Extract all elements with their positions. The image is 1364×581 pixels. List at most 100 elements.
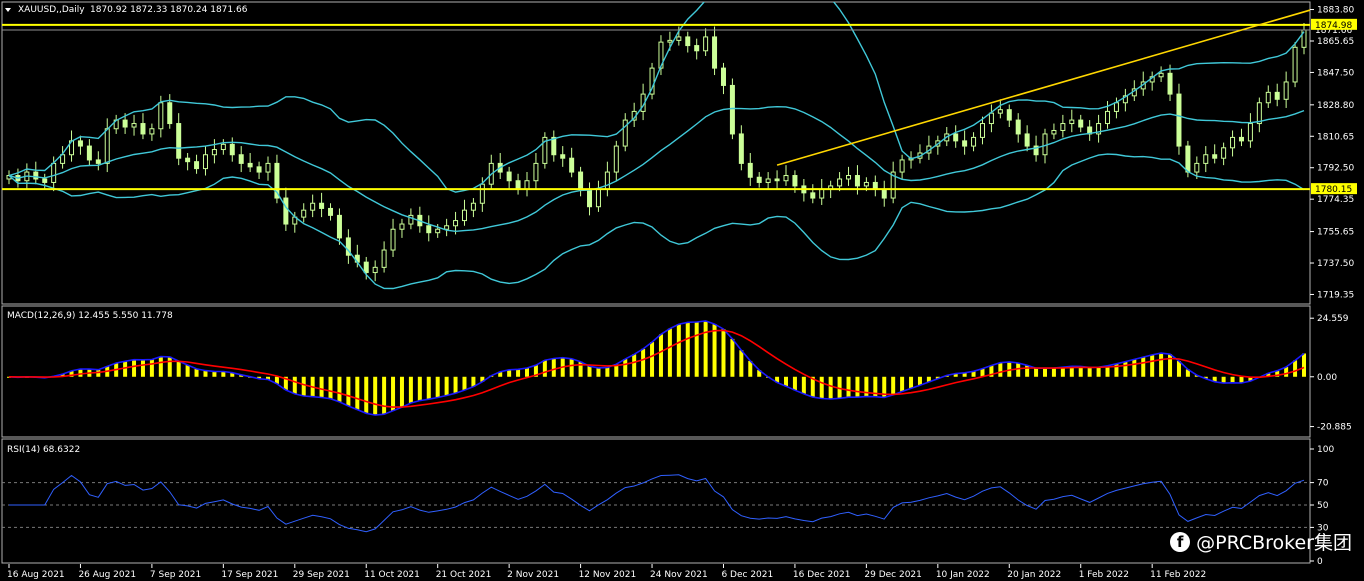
- bollinger-lower: [8, 153, 1305, 290]
- macd-histogram-bar: [185, 364, 190, 377]
- macd-histogram-bar: [1051, 368, 1056, 377]
- macd-histogram-bar: [435, 376, 440, 398]
- price-tick-label: 1792.50: [1317, 164, 1354, 174]
- candle-body: [595, 188, 601, 208]
- macd-histogram-bar: [194, 368, 199, 377]
- candle-body: [881, 188, 887, 199]
- candle-body: [158, 102, 164, 130]
- candle-body: [122, 119, 128, 128]
- candle-body: [667, 39, 673, 43]
- candle-body: [211, 149, 217, 156]
- candle-body: [435, 228, 441, 234]
- time-tick-label: 29 Dec 2021: [864, 570, 922, 580]
- macd-tick-label: -20.885: [1317, 423, 1352, 433]
- candle-body: [336, 214, 342, 239]
- candle-body: [738, 133, 744, 164]
- candle-body: [1042, 133, 1048, 156]
- macd-histogram-bar: [328, 376, 333, 399]
- time-tick-label: 10 Jan 2022: [936, 570, 990, 580]
- candle-body: [319, 202, 325, 209]
- facebook-icon: f: [1170, 531, 1191, 552]
- time-tick-label: 29 Sep 2021: [293, 570, 350, 580]
- price-tick-label: 1719.35: [1317, 290, 1354, 300]
- macd-histogram-bar: [1123, 361, 1128, 377]
- candle-body: [515, 180, 521, 190]
- candle-body: [729, 84, 735, 135]
- candle-body: [997, 109, 1003, 114]
- price-panel[interactable]: [1, 0, 1343, 305]
- candle-body: [604, 171, 610, 190]
- candle-body: [1006, 109, 1012, 121]
- candle-body: [461, 209, 467, 222]
- candle-body: [140, 123, 146, 135]
- macd-histogram-bar: [721, 329, 726, 377]
- rsi-frame: [1, 438, 1311, 564]
- macd-histogram-bar: [1034, 368, 1039, 377]
- time-tick-label: 24 Nov 2021: [650, 570, 708, 580]
- candle-body: [470, 202, 476, 211]
- resistance-price-label: 1874.98: [1315, 21, 1352, 31]
- macd-histogram-bar: [408, 376, 413, 404]
- candle-body: [953, 133, 959, 142]
- macd-histogram-bar: [78, 368, 83, 377]
- macd-histogram-bar: [444, 376, 449, 396]
- macd-histogram-bar: [712, 324, 717, 377]
- candle-body: [1060, 123, 1066, 131]
- macd-histogram-bar: [819, 376, 824, 399]
- macd-histogram-bar: [605, 367, 610, 377]
- macd-histogram-bar: [641, 348, 646, 377]
- macd-histogram-bar: [1096, 367, 1101, 377]
- candle-body: [837, 178, 843, 187]
- candle-body: [1203, 154, 1209, 164]
- candle-body: [328, 207, 334, 216]
- macd-histogram-bar: [167, 356, 172, 377]
- macd-histogram-bar: [373, 376, 378, 416]
- macd-histogram-bar: [426, 376, 431, 400]
- macd-panel[interactable]: [1, 305, 1311, 438]
- candle-body: [1069, 119, 1075, 125]
- candle-body: [846, 175, 852, 180]
- ohlc-label: 1870.92 1872.33 1870.24 1871.66: [90, 5, 248, 15]
- candle-body: [685, 36, 691, 47]
- macd-histogram-bar: [382, 376, 387, 415]
- candle-body: [810, 192, 816, 199]
- macd-histogram-bar: [1293, 360, 1298, 377]
- candle-body: [1247, 123, 1253, 142]
- candle-body: [167, 102, 173, 125]
- time-tick-label: 1 Feb 2022: [1079, 570, 1129, 580]
- macd-histogram-bar: [149, 359, 154, 377]
- macd-histogram-bar: [891, 376, 896, 395]
- watermark: f @PRCBroker集团: [1170, 528, 1352, 555]
- candle-body: [712, 36, 718, 69]
- macd-histogram-bar: [355, 376, 360, 410]
- candle-body: [1238, 136, 1244, 142]
- candle-body: [479, 183, 485, 204]
- macd-histogram-bar: [1150, 354, 1155, 377]
- macd-histogram-bar: [1159, 353, 1164, 377]
- time-tick-label: 16 Aug 2021: [7, 570, 65, 580]
- candle-body: [194, 161, 200, 170]
- candle-body: [1292, 46, 1298, 83]
- candle-body: [979, 123, 985, 138]
- candle-body: [1185, 145, 1191, 173]
- macd-histogram-bar: [909, 376, 914, 389]
- time-tick-label: 17 Sep 2021: [221, 570, 278, 580]
- collapse-triangle-icon[interactable]: [5, 8, 11, 12]
- candle-body: [676, 36, 682, 41]
- candle-body: [747, 162, 753, 178]
- macd-histogram-bar: [399, 376, 404, 408]
- candle-body: [238, 154, 244, 164]
- candle-body: [1194, 162, 1200, 173]
- macd-histogram-bar: [658, 334, 663, 377]
- macd-histogram-bar: [703, 320, 708, 377]
- macd-histogram-bar: [158, 356, 163, 377]
- macd-histogram-bar: [846, 376, 851, 398]
- candle-body: [774, 178, 780, 182]
- rsi-panel[interactable]: [1, 438, 1311, 564]
- macd-histogram-bar: [792, 376, 797, 391]
- price-tick-label: 1883.80: [1317, 6, 1354, 16]
- candle-body: [1105, 110, 1111, 125]
- rsi-line: [9, 474, 1305, 533]
- candle-body: [1256, 102, 1262, 125]
- candle-body: [265, 162, 271, 173]
